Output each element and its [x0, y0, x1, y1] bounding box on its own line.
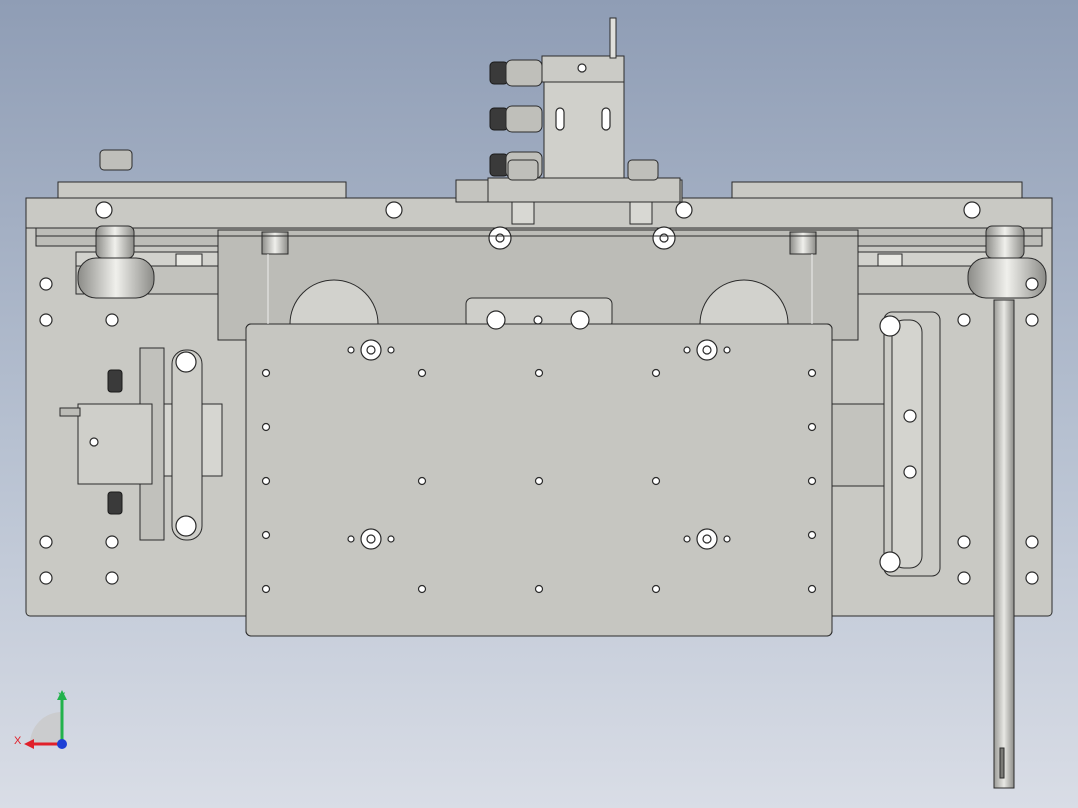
hole: [1025, 571, 1039, 585]
hole: [903, 409, 917, 423]
hole: [39, 571, 53, 585]
hole: [347, 346, 355, 354]
hole: [957, 313, 971, 327]
right-guide-rail: [831, 403, 893, 487]
hole: [39, 277, 53, 291]
hole: [651, 368, 661, 378]
cad-model-viewport[interactable]: Y X: [0, 0, 1078, 808]
hole: [577, 63, 587, 73]
hole: [807, 368, 817, 378]
hole: [387, 346, 395, 354]
left-nut: [507, 159, 539, 181]
hole: [723, 535, 731, 543]
triad-y-label: Y: [58, 691, 66, 703]
tower-mount: [487, 177, 681, 203]
left-standoff: [261, 231, 289, 255]
hole: [534, 476, 544, 486]
rail-insert: [175, 253, 203, 267]
axis-triad: Y X: [14, 690, 67, 749]
hole: [807, 476, 817, 486]
hole: [486, 310, 506, 330]
long-shaft: [993, 299, 1015, 789]
guide-pivot: [879, 315, 901, 337]
fitting-4: [107, 369, 123, 393]
hole: [534, 584, 544, 594]
right-screw: [629, 201, 653, 225]
hole: [261, 476, 271, 486]
hole: [105, 313, 119, 327]
rail-bolt: [963, 201, 981, 219]
hole: [261, 530, 271, 540]
triad-x-label: X: [14, 735, 22, 747]
right-nut: [627, 159, 659, 181]
bolt-head: [99, 149, 133, 171]
right-roller-top: [985, 225, 1025, 259]
elbow-2: [505, 105, 543, 133]
hole: [1025, 277, 1039, 291]
fitting-2: [489, 107, 509, 131]
hole: [417, 476, 427, 486]
hole: [957, 535, 971, 549]
guide-pivot: [879, 551, 901, 573]
hole: [261, 368, 271, 378]
hole: [39, 535, 53, 549]
tower-slot: [555, 107, 565, 131]
hole: [807, 530, 817, 540]
tower-body: [543, 79, 625, 183]
hole: [105, 535, 119, 549]
hole: [347, 535, 355, 543]
fitting-5: [107, 491, 123, 515]
hole: [533, 315, 543, 325]
arm-pivot: [175, 515, 197, 537]
hole: [723, 346, 731, 354]
fitting-3: [489, 153, 509, 177]
elbow-1: [505, 59, 543, 87]
rail-bolt: [95, 201, 113, 219]
shaft-tip-slot: [999, 747, 1005, 779]
rail-bolt: [675, 201, 693, 219]
right-guide-slot: [891, 319, 923, 569]
cylinder-body: [77, 403, 153, 485]
hole: [807, 584, 817, 594]
fitting-1: [489, 61, 509, 85]
tower-slot: [601, 107, 611, 131]
hole: [651, 584, 661, 594]
hole: [1025, 535, 1039, 549]
left-roller: [77, 257, 155, 299]
hole: [903, 465, 917, 479]
right-standoff: [789, 231, 817, 255]
left-screw: [511, 201, 535, 225]
hole: [105, 571, 119, 585]
cylinder-rod: [59, 407, 81, 417]
hole: [651, 476, 661, 486]
rail-insert-right: [877, 253, 903, 267]
rail-bolt: [385, 201, 403, 219]
hole: [683, 346, 691, 354]
hole: [683, 535, 691, 543]
hole: [570, 310, 590, 330]
hole: [261, 584, 271, 594]
arm-pivot: [175, 351, 197, 373]
right-top-bracket: [731, 181, 1023, 199]
left-top-bracket: [57, 181, 347, 199]
hole: [89, 437, 99, 447]
hole: [417, 584, 427, 594]
left-roller-top: [95, 225, 135, 259]
hole: [39, 313, 53, 327]
tower-rod: [609, 17, 617, 59]
hole: [261, 422, 271, 432]
hole: [807, 422, 817, 432]
left-arm: [171, 349, 203, 541]
hole: [957, 571, 971, 585]
hole: [387, 535, 395, 543]
hole: [1025, 313, 1039, 327]
hole: [534, 368, 544, 378]
hole: [417, 368, 427, 378]
